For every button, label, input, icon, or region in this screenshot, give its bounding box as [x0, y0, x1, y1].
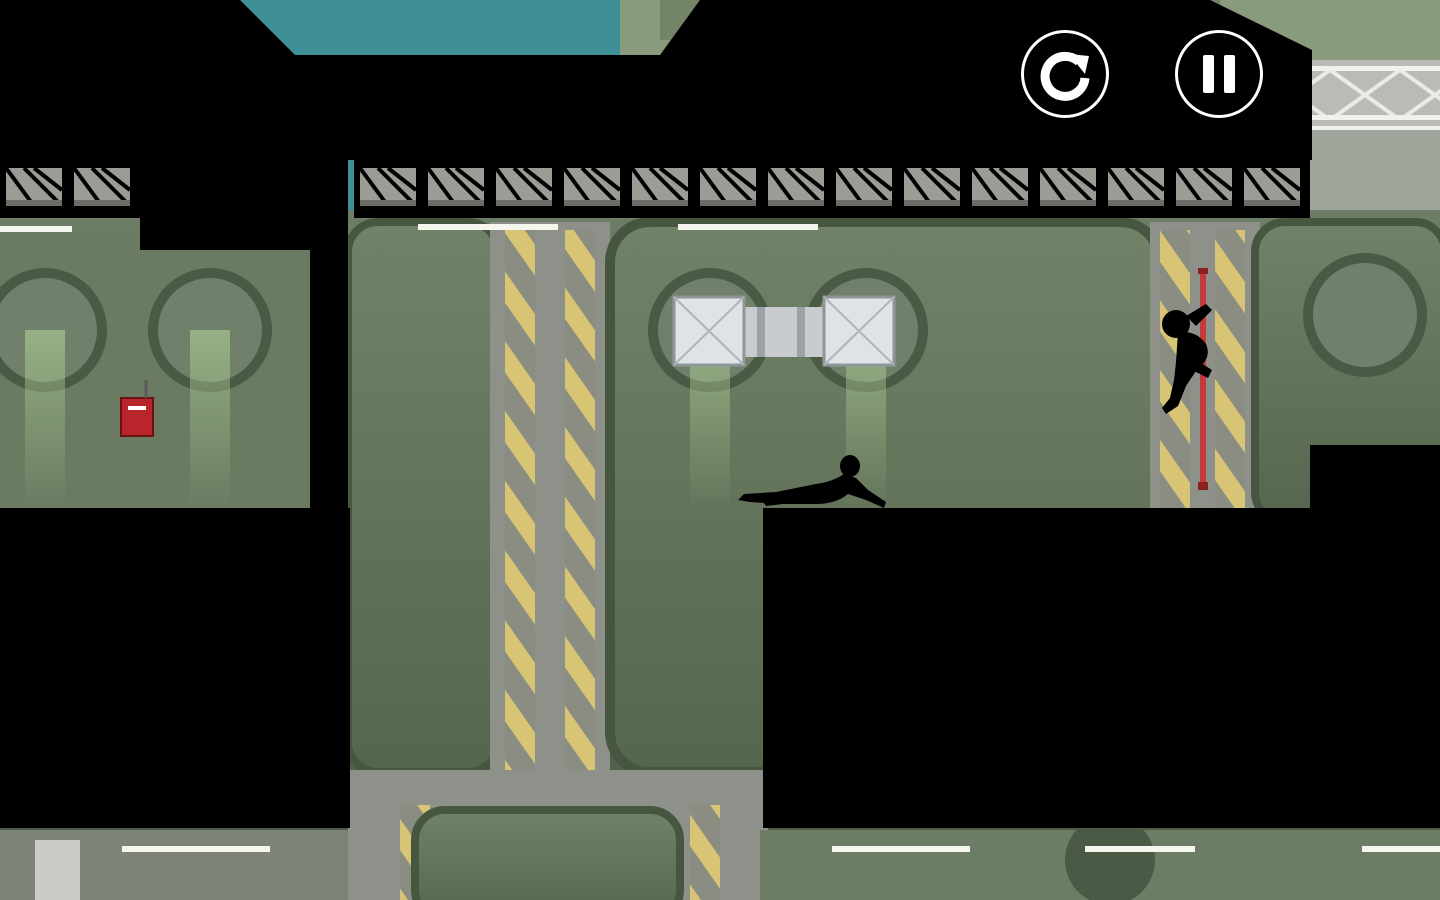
game-viewport [0, 0, 1440, 900]
fire-alarm-box [120, 380, 154, 437]
restart-button[interactable] [1021, 30, 1109, 118]
restart-icon [1040, 51, 1090, 101]
pause-icon [1203, 55, 1235, 93]
pause-button[interactable] [1175, 30, 1263, 118]
foreground-silhouettes [0, 0, 1440, 828]
ventilation-duct [672, 295, 896, 367]
hunter-silhouette [1162, 304, 1212, 414]
runner-silhouette [738, 455, 886, 508]
